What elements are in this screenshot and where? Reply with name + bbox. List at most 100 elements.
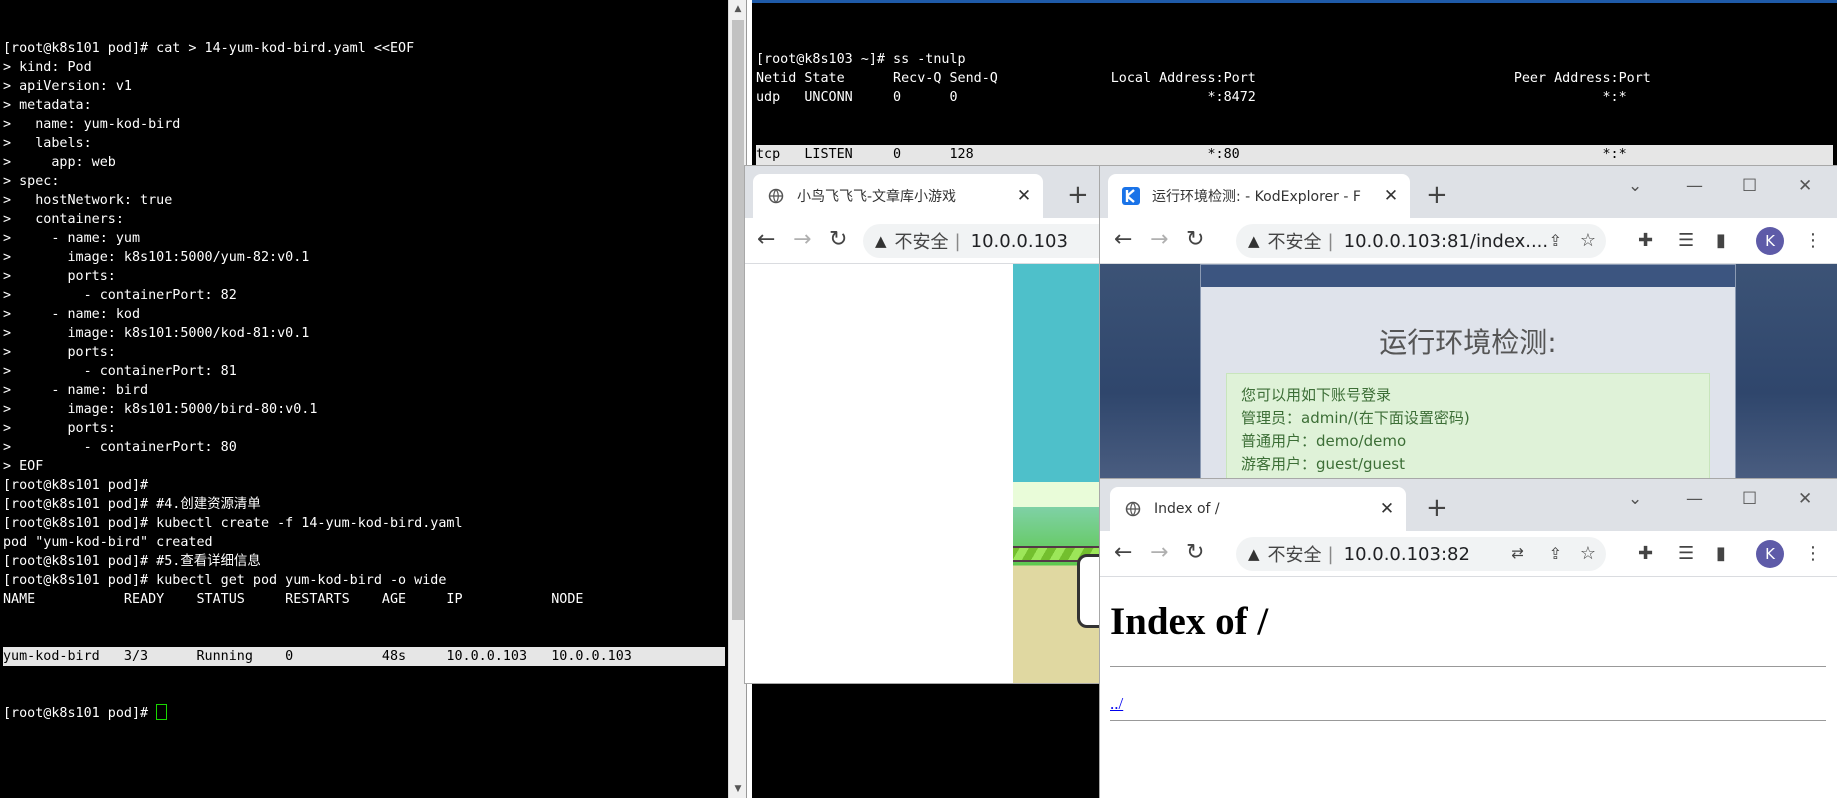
- maximize-icon[interactable]: ☐: [1742, 489, 1757, 509]
- terminal-prompt-line[interactable]: [root@k8s101 pod]#: [3, 704, 725, 723]
- browser-toolbar: ← → ↻ ▲ 不安全 | 10.0.0.103:81/index.... ⇪ …: [1100, 218, 1837, 264]
- scroll-up-arrow-icon[interactable]: ▲: [729, 0, 747, 18]
- forward-arrow-icon[interactable]: →: [1150, 541, 1168, 565]
- media-control-icon[interactable]: ☰: [1678, 543, 1694, 564]
- kod-panel-title: 运行环境检测:: [1379, 326, 1557, 359]
- close-tab-icon[interactable]: ✕: [1015, 186, 1033, 206]
- tab-bird-game[interactable]: 小鸟飞飞飞-文章库小游戏 ✕: [753, 174, 1043, 218]
- close-window-icon[interactable]: ✕: [1798, 489, 1812, 509]
- parent-directory-link[interactable]: ../: [1110, 694, 1123, 714]
- close-tab-icon[interactable]: ✕: [1382, 186, 1400, 206]
- terminal-scrollbar[interactable]: ▲ ▼: [728, 0, 746, 798]
- new-tab-button[interactable]: +: [1067, 180, 1089, 210]
- kod-info-line: 管理员：admin/(在下面设置密码): [1241, 409, 1470, 427]
- kod-check-panel: 运行环境检测: 您可以用如下账号登录 管理员：admin/(在下面设置密码) 普…: [1200, 264, 1736, 479]
- minimize-icon[interactable]: —: [1686, 176, 1703, 196]
- browser-toolbar: ← → ↻ ▲ 不安全 | 10.0.0.103:82 ⇄ ⇪ ☆ ✚ ☰ ▮ …: [1100, 531, 1837, 577]
- url-text: 10.0.0.103:82: [1343, 543, 1470, 565]
- maximize-icon[interactable]: ☐: [1742, 176, 1757, 196]
- back-arrow-icon[interactable]: ←: [757, 228, 775, 252]
- terminal-line: > apiVersion: v1: [3, 79, 132, 94]
- forward-arrow-icon[interactable]: →: [1150, 228, 1168, 252]
- menu-kebab-icon[interactable]: ⋮: [1804, 543, 1822, 564]
- extensions-puzzle-icon[interactable]: ✚: [1638, 230, 1653, 251]
- side-panel-icon[interactable]: ▮: [1716, 543, 1726, 564]
- terminal-line: [root@k8s103 ~]# ss -tnulp: [756, 52, 966, 67]
- globe-icon: [1124, 500, 1142, 518]
- back-arrow-icon[interactable]: ←: [1114, 228, 1132, 252]
- tab-kodexplorer[interactable]: 运行环境检测: - KodExplorer - F ✕: [1108, 174, 1410, 218]
- tab-index[interactable]: Index of / ✕: [1110, 487, 1406, 531]
- scrollbar-thumb[interactable]: [732, 20, 744, 620]
- reload-icon[interactable]: ↻: [1186, 541, 1204, 565]
- back-arrow-icon[interactable]: ←: [1114, 541, 1132, 565]
- address-separator: |: [954, 230, 961, 252]
- tab-search-chevron-icon[interactable]: ⌄: [1628, 489, 1642, 509]
- tab-search-chevron-icon[interactable]: ⌄: [1628, 176, 1642, 196]
- profile-avatar[interactable]: K: [1756, 227, 1784, 255]
- share-icon[interactable]: ⇪: [1549, 544, 1562, 563]
- close-window-icon[interactable]: ✕: [1798, 176, 1812, 196]
- address-bar[interactable]: ▲ 不安全 | 10.0.0.103:82 ⇄ ⇪ ☆: [1236, 537, 1606, 571]
- minimize-icon[interactable]: —: [1686, 489, 1703, 509]
- terminal-line: > - containerPort: 82: [3, 288, 237, 303]
- terminal-line: > image: k8s101:5000/yum-82:v0.1: [3, 250, 310, 265]
- terminal-line: NAME READY STATUS RESTARTS AGE IP NODE: [3, 592, 584, 607]
- address-separator: |: [1327, 543, 1334, 565]
- address-bar[interactable]: ▲ 不安全 | 10.0.0.103:81/index.... ⇪ ☆: [1236, 224, 1606, 258]
- terminal-line: > name: yum-kod-bird: [3, 117, 181, 132]
- terminal-line: > hostNetwork: true: [3, 193, 173, 208]
- bookmark-star-icon[interactable]: ☆: [1580, 543, 1596, 564]
- security-label: 不安全: [1267, 545, 1322, 566]
- side-panel-icon[interactable]: ▮: [1716, 230, 1726, 251]
- terminal-line: > containers:: [3, 212, 124, 227]
- close-tab-icon[interactable]: ✕: [1378, 499, 1396, 519]
- browser-window-bird[interactable]: 小鸟飞飞飞-文章库小游戏 ✕ + ← → ↻ ▲ 不安全 | 10.0.0.10…: [745, 166, 1105, 683]
- terminal-line: > - name: bird: [3, 383, 149, 398]
- menu-kebab-icon[interactable]: ⋮: [1804, 230, 1822, 251]
- right-terminal-selection: tcp LISTEN 0 128 *:80 *:* users:(("nginx…: [756, 145, 1833, 166]
- terminal-line: > ports:: [3, 269, 116, 284]
- address-bar[interactable]: ▲ 不安全 | 10.0.0.103: [863, 224, 1105, 258]
- kod-account-info: 您可以用如下账号登录 管理员：admin/(在下面设置密码) 普通用户：demo…: [1226, 373, 1710, 479]
- divider-top: [1110, 666, 1826, 667]
- reload-icon[interactable]: ↻: [829, 228, 847, 252]
- bird-game-canvas[interactable]: [1013, 264, 1105, 683]
- tab-strip: 小鸟飞飞飞-文章库小游戏 ✕ +: [745, 166, 1105, 218]
- browser-window-kod[interactable]: 运行环境检测: - KodExplorer - F ✕ + ⌄ — ☐ ✕ ← …: [1100, 166, 1837, 479]
- browser-window-index[interactable]: Index of / ✕ + ⌄ — ☐ ✕ ← → ↻ ▲ 不安全 | 10.…: [1100, 479, 1837, 798]
- index-heading: Index of /: [1110, 600, 1269, 643]
- kod-logo-icon: [1122, 187, 1140, 205]
- new-tab-button[interactable]: +: [1426, 493, 1448, 523]
- terminal-cursor: [156, 704, 168, 720]
- terminal-line: > kind: Pod: [3, 60, 92, 75]
- reload-icon[interactable]: ↻: [1186, 228, 1204, 252]
- left-terminal[interactable]: [root@k8s101 pod]# cat > 14-yum-kod-bird…: [0, 0, 728, 798]
- terminal-line: > - name: yum: [3, 231, 141, 246]
- scroll-down-arrow-icon[interactable]: ▼: [729, 780, 747, 798]
- right-terminal[interactable]: [root@k8s103 ~]# ss -tnulp Netid State Re…: [752, 0, 1837, 166]
- terminal-line: [root@k8s101 pod]# #5.查看详细信息: [3, 554, 261, 569]
- divider-bottom: [1110, 720, 1826, 721]
- terminal-line: > image: k8s101:5000/bird-80:v0.1: [3, 402, 318, 417]
- translate-icon[interactable]: ⇄: [1511, 544, 1524, 562]
- forward-arrow-icon[interactable]: →: [793, 228, 811, 252]
- terminal-line: [root@k8s101 pod]# #4.创建资源清单: [3, 497, 261, 512]
- new-tab-button[interactable]: +: [1426, 180, 1448, 210]
- bookmark-star-icon[interactable]: ☆: [1580, 230, 1596, 251]
- share-icon[interactable]: ⇪: [1549, 231, 1562, 250]
- terminal-line: udp UNCONN 0 0 *:8472 *:*: [756, 90, 1627, 105]
- tab-title: Index of /: [1154, 501, 1220, 517]
- terminal-line: > image: k8s101:5000/kod-81:v0.1: [3, 326, 310, 341]
- profile-avatar[interactable]: K: [1756, 540, 1784, 568]
- kod-panel-header: [1201, 265, 1735, 287]
- browser-toolbar: ← → ↻ ▲ 不安全 | 10.0.0.103: [745, 218, 1105, 264]
- tab-strip: 运行环境检测: - KodExplorer - F ✕ + ⌄ — ☐ ✕: [1100, 166, 1837, 218]
- warning-triangle-icon: ▲: [875, 232, 887, 250]
- terminal-background: [752, 680, 1102, 798]
- url-text: 10.0.0.103:81/index....: [1343, 230, 1549, 252]
- media-control-icon[interactable]: ☰: [1678, 230, 1694, 251]
- extensions-puzzle-icon[interactable]: ✚: [1638, 543, 1653, 564]
- address-separator: |: [1327, 230, 1334, 252]
- url-text: 10.0.0.103: [970, 230, 1068, 252]
